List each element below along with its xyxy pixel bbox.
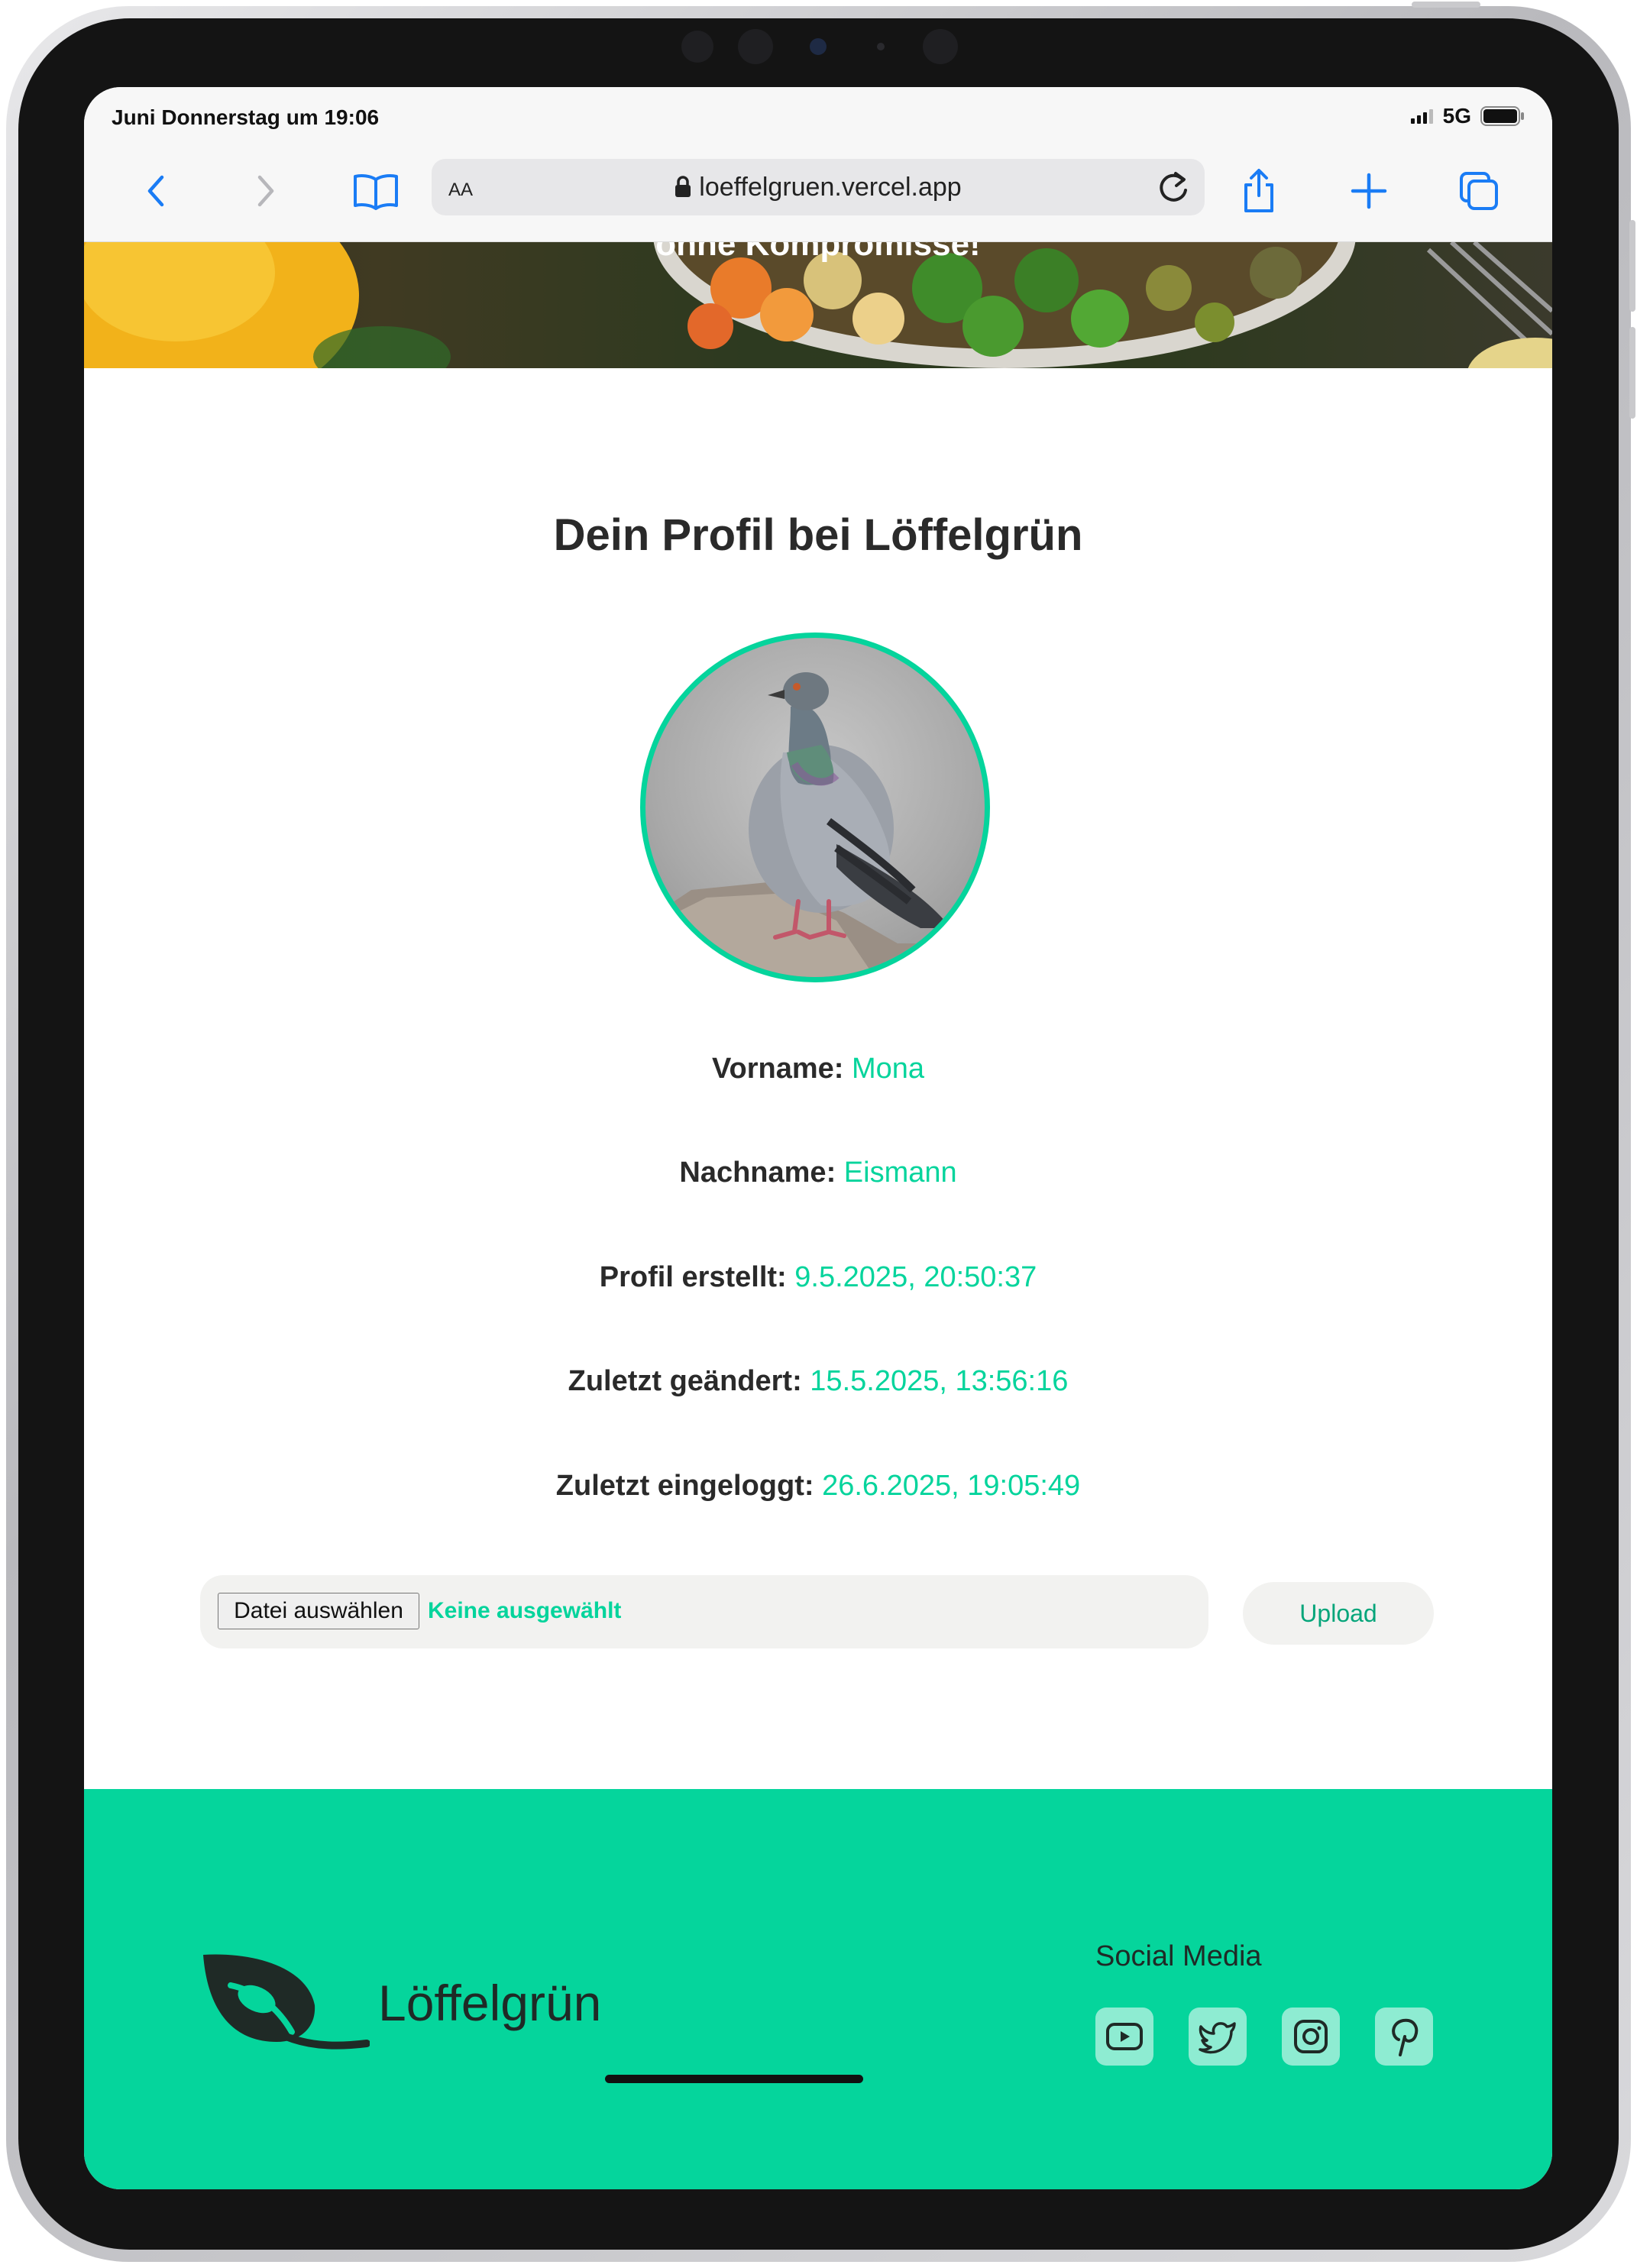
upload-button[interactable]: Upload: [1243, 1582, 1434, 1645]
field-value: 26.6.2025, 19:05:49: [822, 1470, 1081, 1502]
leaf-spoon-logo: [203, 1954, 370, 2050]
hero-banner: ohne Kompromisse!: [84, 242, 1552, 368]
signal-icon: [1410, 109, 1433, 124]
chevron-right-icon: [257, 175, 274, 207]
new-tab-button[interactable]: [1344, 167, 1393, 215]
field-label: Vorname:: [711, 1053, 844, 1085]
home-indicator[interactable]: [605, 2075, 863, 2083]
forward-button[interactable]: [241, 167, 290, 215]
twitter-icon: [1199, 2022, 1236, 2054]
screen: Juni Donnerstag um 19:06 5G AA loeffelgr…: [84, 87, 1552, 2189]
field-value: 9.5.2025, 20:50:37: [794, 1261, 1037, 1293]
twitter-link[interactable]: [1189, 2008, 1247, 2066]
share-icon: [1244, 169, 1273, 212]
camera-lens: [810, 38, 827, 55]
choose-file-button[interactable]: Datei auswählen: [218, 1593, 419, 1629]
camera-sensor: [738, 29, 773, 64]
social-media-heading: Social Media: [1095, 1940, 1262, 1972]
camera-sensor: [681, 31, 713, 63]
ambient-sensor: [877, 43, 885, 50]
back-button[interactable]: [131, 167, 180, 215]
top-button: [1412, 2, 1480, 8]
field-label: Zuletzt geändert:: [568, 1365, 802, 1397]
status-indicators: 5G: [1410, 104, 1525, 128]
pinterest-link[interactable]: [1375, 2008, 1433, 2066]
reload-icon[interactable]: [1153, 167, 1194, 208]
file-status: Keine ausgewählt: [428, 1598, 622, 1623]
status-time: Juni Donnerstag um 19:06: [112, 105, 380, 129]
status-bar: Juni Donnerstag um 19:06 5G: [84, 87, 1552, 142]
camera-bar: [672, 24, 978, 70]
footer: Löffelgrün Social Media: [84, 1789, 1552, 2189]
tabs-icon: [1460, 172, 1498, 210]
browser-toolbar: AA loeffelgruen.vercel.app: [84, 142, 1552, 242]
share-button[interactable]: [1234, 167, 1283, 215]
brand-name: Löffelgrün: [378, 1975, 602, 2031]
field-value: Eismann: [843, 1157, 957, 1189]
field-vorname: Vorname: Mona: [84, 1053, 1552, 1085]
field-label: Profil erstellt:: [599, 1261, 787, 1293]
avatar: [640, 633, 990, 982]
field-label: Zuletzt eingeloggt:: [555, 1470, 814, 1502]
url-display[interactable]: loeffelgruen.vercel.app: [432, 173, 1205, 202]
tabs-overview-button[interactable]: [1454, 167, 1503, 215]
camera-sensor: [923, 29, 958, 64]
volume-up-button: [1629, 220, 1635, 312]
hero-text: ohne Kompromisse!: [655, 242, 981, 263]
youtube-link[interactable]: [1095, 2008, 1153, 2066]
field-nachname: Nachname: Eismann: [84, 1157, 1552, 1189]
book-icon: [354, 174, 398, 210]
field-zuletzt-eingeloggt: Zuletzt eingeloggt: 26.6.2025, 19:05:49: [84, 1470, 1552, 1503]
network-type: 5G: [1442, 104, 1471, 128]
bookmarks-button[interactable]: [351, 167, 400, 215]
youtube-icon: [1106, 2023, 1143, 2050]
avatar-pigeon-image: [645, 672, 985, 977]
field-profil-erstellt: Profil erstellt: 9.5.2025, 20:50:37: [84, 1261, 1552, 1294]
plus-icon: [1351, 173, 1387, 209]
lock-icon: [675, 176, 691, 197]
file-input[interactable]: Datei auswählen Keine ausgewählt: [200, 1575, 1208, 1648]
field-value: 15.5.2025, 13:56:16: [810, 1365, 1069, 1397]
instagram-icon: [1294, 2020, 1328, 2053]
field-zuletzt-geaendert: Zuletzt geändert: 15.5.2025, 13:56:16: [84, 1365, 1552, 1398]
battery-icon: [1480, 106, 1524, 126]
address-bar[interactable]: AA loeffelgruen.vercel.app: [432, 159, 1205, 215]
instagram-link[interactable]: [1282, 2008, 1340, 2066]
page-title: Dein Profil bei Löffelgrün: [553, 510, 1083, 560]
pinterest-icon: [1392, 2018, 1419, 2056]
field-label: Nachname:: [679, 1157, 836, 1189]
field-value: Mona: [851, 1053, 925, 1085]
chevron-left-icon: [147, 175, 164, 207]
url-text: loeffelgruen.vercel.app: [699, 173, 962, 202]
volume-down-button: [1629, 327, 1635, 419]
